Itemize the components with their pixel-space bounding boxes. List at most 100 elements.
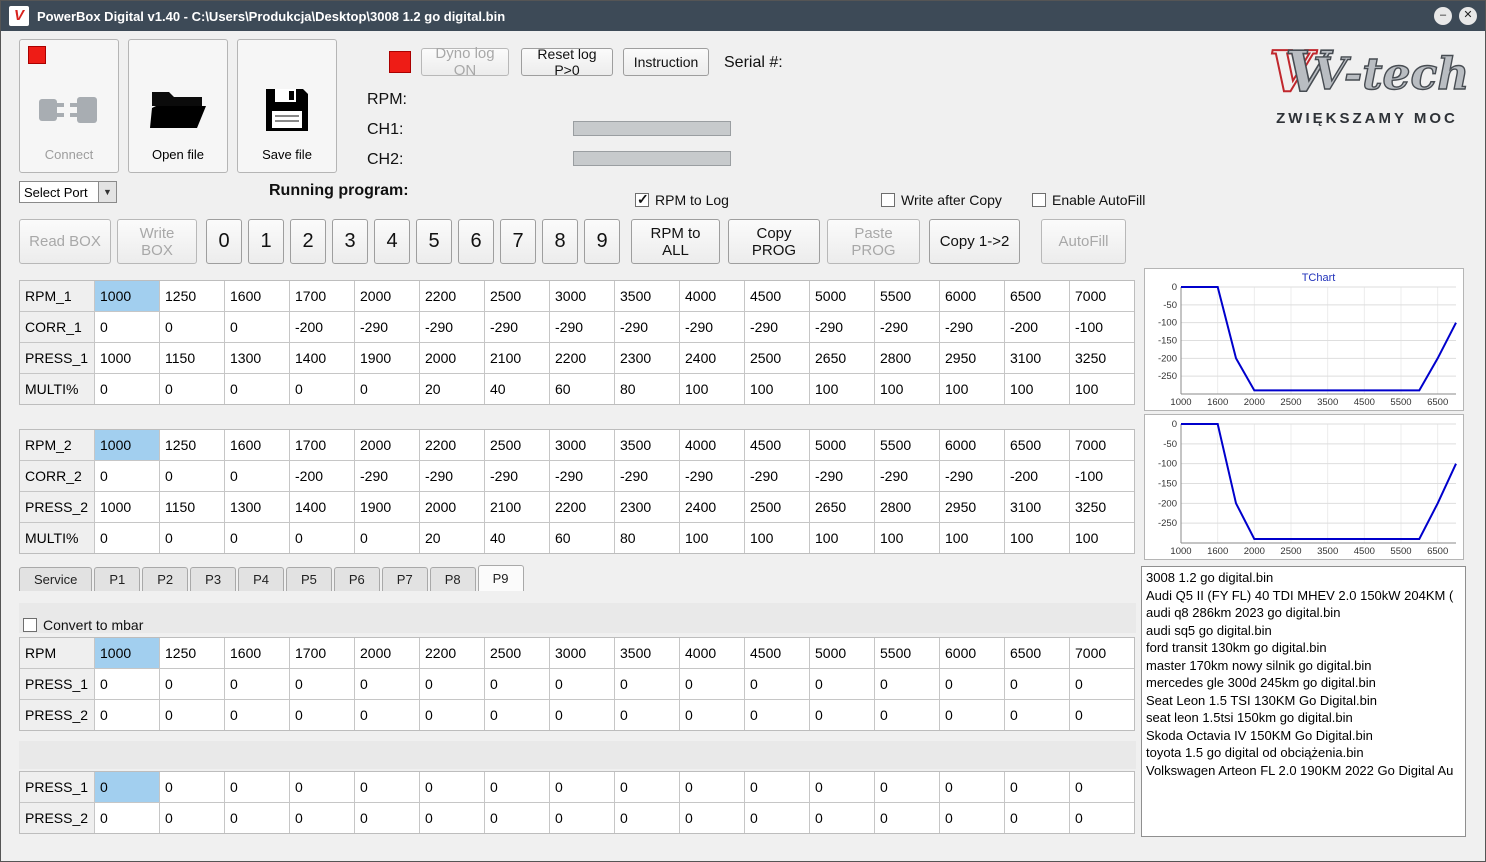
table-cell[interactable]: 0 [485, 700, 549, 730]
table-cell[interactable]: 1900 [355, 492, 419, 522]
table-cell[interactable]: 0 [290, 523, 354, 553]
table-cell[interactable]: 0 [1070, 700, 1134, 730]
table-cell[interactable]: 2000 [355, 430, 419, 460]
table-cell[interactable]: 2000 [355, 281, 419, 311]
table-cell[interactable]: 0 [290, 700, 354, 730]
table-cell[interactable]: 0 [745, 669, 809, 699]
table-cell[interactable]: 60 [550, 523, 614, 553]
dyno-log-on-button[interactable]: Dyno log ON [421, 45, 509, 79]
table-cell[interactable]: 2200 [550, 343, 614, 373]
table-cell[interactable]: 3000 [550, 638, 614, 668]
table-cell[interactable]: 3500 [615, 430, 679, 460]
program-button-7[interactable]: 7 [500, 219, 536, 264]
table-cell[interactable]: 0 [1070, 669, 1134, 699]
table-cell[interactable]: 0 [225, 374, 289, 404]
table-cell[interactable]: 0 [680, 803, 744, 833]
file-list[interactable]: 3008 1.2 go digital.bin Audi Q5 II (FY FL… [1141, 566, 1466, 837]
rpm-to-all-button[interactable]: RPM to ALL [631, 219, 720, 264]
table-cell[interactable]: 2950 [940, 343, 1004, 373]
close-button[interactable]: ✕ [1459, 7, 1477, 25]
copy-prog-button[interactable]: Copy PROG [728, 219, 820, 264]
table-cell[interactable]: 5000 [810, 430, 874, 460]
table-cell[interactable]: 5000 [810, 638, 874, 668]
table-cell[interactable]: 1600 [225, 281, 289, 311]
table-cell[interactable]: 7000 [1070, 638, 1134, 668]
table-cell[interactable]: -290 [420, 312, 484, 342]
table-cell[interactable]: 3000 [550, 430, 614, 460]
table-cell[interactable]: 0 [485, 669, 549, 699]
table-cell[interactable]: 1150 [160, 492, 224, 522]
table-cell[interactable]: 2650 [810, 343, 874, 373]
table-cell[interactable]: 0 [355, 669, 419, 699]
program-button-4[interactable]: 4 [374, 219, 410, 264]
tab-p1[interactable]: P1 [94, 567, 141, 591]
table-cell[interactable]: 3500 [615, 638, 679, 668]
table-cell[interactable]: 2500 [745, 343, 809, 373]
table-cell[interactable]: 0 [225, 523, 289, 553]
table-cell[interactable]: -200 [290, 461, 354, 491]
table-cell[interactable]: 0 [225, 461, 289, 491]
table-cell[interactable]: 0 [420, 772, 484, 802]
table-cell[interactable]: 2200 [420, 281, 484, 311]
table-cell[interactable]: -290 [485, 461, 549, 491]
file-list-item[interactable]: audi q8 286km 2023 go digital.bin [1146, 604, 1461, 622]
table-cell[interactable]: -200 [290, 312, 354, 342]
table-cell[interactable]: 100 [810, 523, 874, 553]
tab-p3[interactable]: P3 [190, 567, 237, 591]
table-cell[interactable]: 2400 [680, 492, 744, 522]
table-cell[interactable]: 5000 [810, 281, 874, 311]
table-cell[interactable]: 0 [225, 772, 289, 802]
table-cell[interactable]: 4500 [745, 430, 809, 460]
table-cell[interactable]: 2000 [355, 638, 419, 668]
table-cell[interactable]: 100 [875, 374, 939, 404]
table-cell[interactable]: -290 [420, 461, 484, 491]
table-cell[interactable]: 0 [95, 803, 159, 833]
table-cell[interactable]: -290 [940, 461, 1004, 491]
rpm-to-log-checkbox[interactable]: RPM to Log [635, 191, 729, 208]
table-cell[interactable]: 2100 [485, 343, 549, 373]
table-cell[interactable]: 2500 [485, 638, 549, 668]
table-cell[interactable]: 0 [550, 700, 614, 730]
file-list-item[interactable]: ford transit 130km go digital.bin [1146, 639, 1461, 657]
table-cell[interactable]: 0 [95, 374, 159, 404]
table-cell[interactable]: 3000 [550, 281, 614, 311]
table-cell[interactable]: -290 [680, 461, 744, 491]
table-cell[interactable]: 100 [1005, 523, 1069, 553]
table-cell[interactable]: 0 [875, 803, 939, 833]
table-cell[interactable]: 0 [550, 772, 614, 802]
table-cell[interactable]: -290 [615, 461, 679, 491]
table-cell[interactable]: 2200 [420, 638, 484, 668]
table-cell[interactable]: 0 [225, 312, 289, 342]
table-cell[interactable]: 1300 [225, 492, 289, 522]
table-cell[interactable]: -290 [875, 461, 939, 491]
table-cell[interactable]: 6000 [940, 430, 1004, 460]
table-cell[interactable]: 2500 [485, 281, 549, 311]
program-button-8[interactable]: 8 [542, 219, 578, 264]
table-cell[interactable]: 0 [290, 669, 354, 699]
write-box-button[interactable]: Write BOX [117, 219, 197, 264]
file-list-item[interactable]: mercedes gle 300d 245km go digital.bin [1146, 674, 1461, 692]
select-port-dropdown[interactable]: Select Port ▼ [19, 181, 117, 203]
table-cell[interactable]: 0 [160, 772, 224, 802]
table-cell[interactable]: 0 [810, 772, 874, 802]
open-file-button[interactable]: Open file [128, 39, 228, 173]
table-cell[interactable]: 2300 [615, 492, 679, 522]
write-after-copy-checkbox[interactable]: Write after Copy [881, 192, 1002, 208]
table-cell[interactable]: 2200 [420, 430, 484, 460]
table-cell[interactable]: 0 [615, 700, 679, 730]
table-cell[interactable]: 1250 [160, 638, 224, 668]
table-cell[interactable]: 1900 [355, 343, 419, 373]
table-cell[interactable]: 100 [1005, 374, 1069, 404]
save-file-button[interactable]: Save file [237, 39, 337, 173]
table-cell[interactable]: 0 [225, 669, 289, 699]
tab-p2[interactable]: P2 [142, 567, 189, 591]
table-cell[interactable]: 1700 [290, 638, 354, 668]
program-button-3[interactable]: 3 [332, 219, 368, 264]
enable-autofill-checkbox[interactable]: Enable AutoFill [1032, 192, 1145, 208]
table-cell[interactable]: -290 [615, 312, 679, 342]
table-cell[interactable]: 0 [1070, 803, 1134, 833]
table-cell[interactable]: 100 [875, 523, 939, 553]
table-cell[interactable]: -290 [485, 312, 549, 342]
table-cell[interactable]: 2800 [875, 492, 939, 522]
reset-log-button[interactable]: Reset log P>0 [521, 46, 613, 78]
